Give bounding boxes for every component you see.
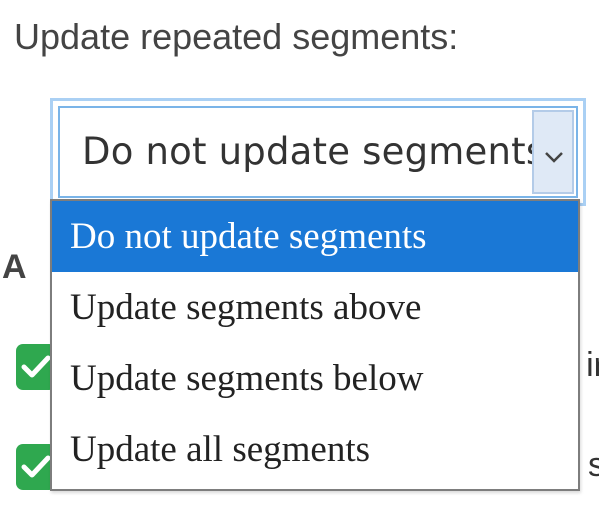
update-segments-select[interactable]: Do not update segments: [50, 98, 586, 206]
checkmark-icon: [21, 355, 51, 378]
dropdown-toggle-button[interactable]: [532, 110, 574, 194]
update-repeated-segments-label: Update repeated segments:: [14, 16, 459, 57]
checkmark-icon: [21, 455, 51, 478]
chevron-down-icon: [545, 152, 563, 163]
option-update-above[interactable]: Update segments above: [52, 272, 578, 343]
option-update-all[interactable]: Update all segments: [52, 414, 578, 485]
dropdown-list: Do not update segments Update segments a…: [50, 199, 580, 491]
select-current-value: Do not update segments: [82, 130, 546, 173]
column-header-letter: A: [2, 248, 27, 286]
option-update-below[interactable]: Update segments below: [52, 343, 578, 414]
option-do-not-update[interactable]: Do not update segments: [52, 201, 578, 272]
select-box[interactable]: Do not update segments: [58, 106, 578, 198]
row-2-text-fragment: s: [588, 446, 599, 484]
row-1-text-fragment: ir: [586, 346, 599, 384]
